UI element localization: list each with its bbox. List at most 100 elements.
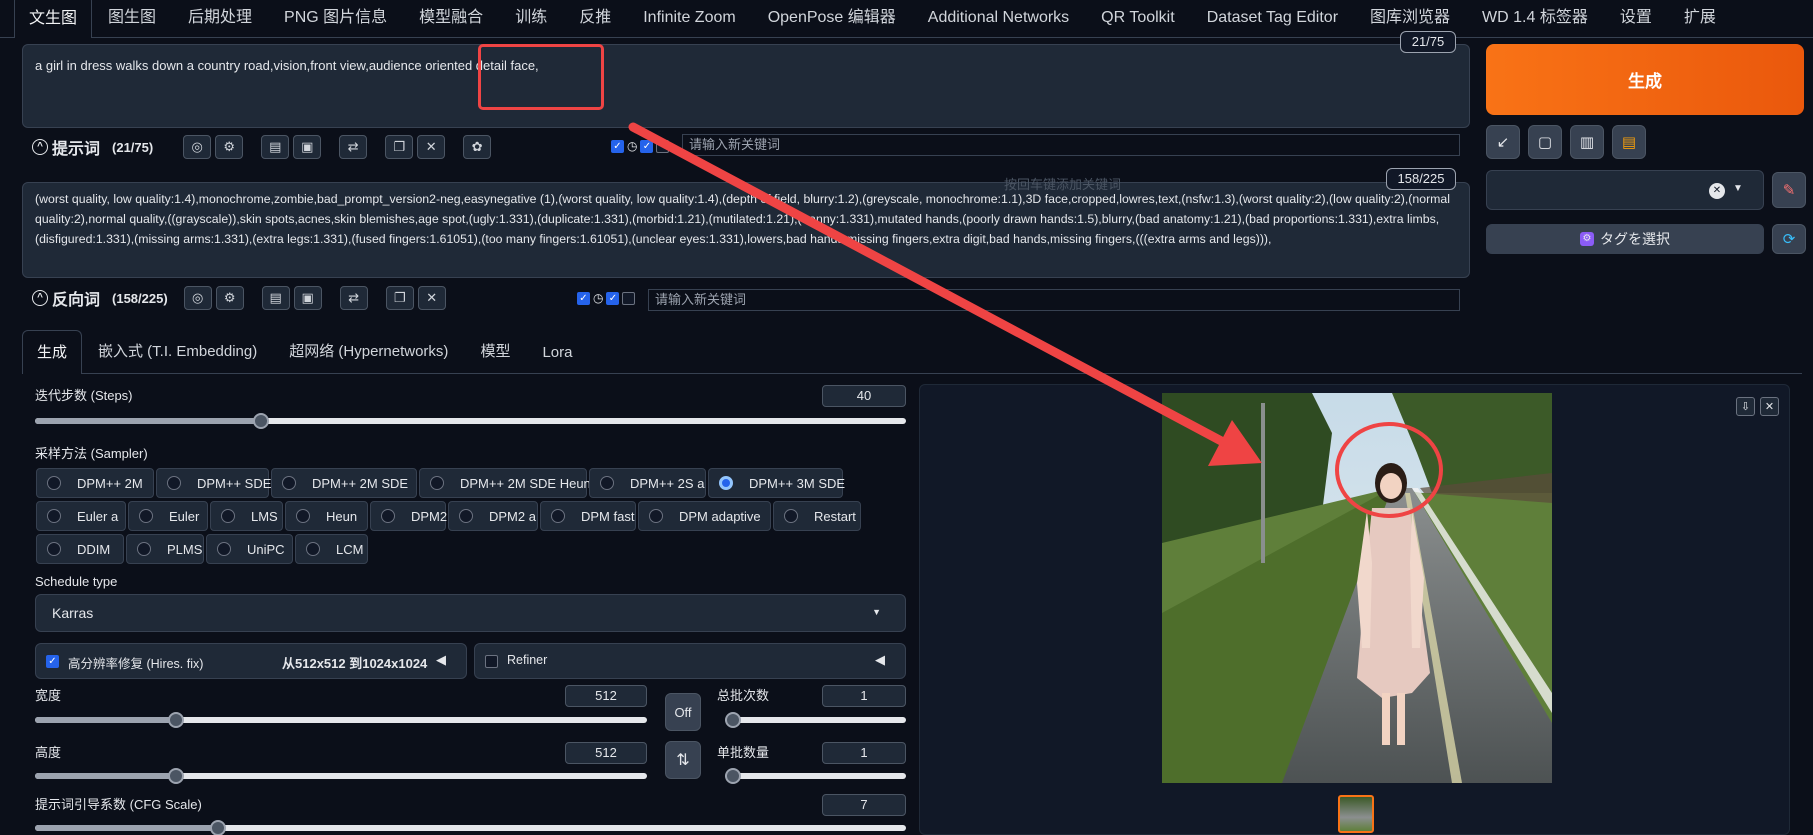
clear-icon[interactable]: ✕	[1709, 183, 1725, 199]
hires-fix-checkbox[interactable]: ✓	[46, 655, 59, 668]
tab-4[interactable]: 模型融合	[403, 3, 499, 37]
sampler-option[interactable]: DPM adaptive	[638, 501, 771, 531]
tab-2[interactable]: 后期处理	[172, 3, 268, 37]
sampler-option[interactable]: DPM2	[370, 501, 447, 531]
hires-fix-label[interactable]: 高分辨率修复 (Hires. fix)	[68, 653, 203, 672]
generated-image[interactable]	[1162, 393, 1552, 783]
thumbnail[interactable]	[1338, 795, 1374, 833]
negative-keyword-input[interactable]: 请输入新关键词	[648, 289, 1460, 311]
tab-15[interactable]: 扩展	[1668, 3, 1732, 37]
close-icon[interactable]: ✕	[1760, 397, 1779, 416]
translate-icon[interactable]: ⇄	[339, 286, 368, 310]
sampler-option[interactable]: DDIM	[36, 534, 124, 564]
trash-icon[interactable]: ✕	[417, 286, 446, 310]
positive-keyword-input[interactable]: 请输入新关键词	[682, 134, 1460, 156]
sampler-option[interactable]: PLMS	[126, 534, 204, 564]
sampler-option[interactable]: DPM++ 2M SDE	[271, 468, 417, 498]
tab-11[interactable]: Dataset Tag Editor	[1191, 9, 1354, 37]
sampler-option[interactable]: UniPC	[206, 534, 293, 564]
tab-5[interactable]: 训练	[499, 3, 563, 37]
refiner-label[interactable]: Refiner	[507, 653, 547, 667]
trash-icon[interactable]: ▥	[1570, 125, 1604, 159]
copy-icon[interactable]: ❐	[385, 286, 414, 310]
slider-thumb[interactable]	[725, 712, 741, 728]
sampler-option[interactable]: DPM++ SDE	[156, 468, 271, 498]
positive-keyword-checkbox-1[interactable]: ✓	[611, 139, 624, 153]
sampler-option[interactable]: Restart	[773, 501, 861, 531]
square-icon[interactable]: ▢	[1528, 125, 1562, 159]
globe-icon[interactable]: ◎	[183, 286, 212, 310]
slider-thumb[interactable]	[167, 712, 184, 728]
tab-3[interactable]: PNG 图片信息	[268, 3, 403, 37]
subtab-2[interactable]: 超网络 (Hypernetworks)	[273, 340, 464, 373]
negative-keyword-checkbox-2[interactable]: ✓	[606, 291, 620, 305]
off-button[interactable]: Off	[665, 693, 701, 731]
clock-icon[interactable]: ◷	[593, 291, 603, 305]
clipboard-icon[interactable]: ▤	[1612, 125, 1646, 159]
globe-icon[interactable]: ◎	[183, 135, 212, 159]
swap-dimensions-icon[interactable]: ⇅	[665, 741, 701, 779]
collapse-triangle-icon[interactable]: ◀	[875, 652, 885, 668]
negative-keyword-checkbox-3[interactable]	[622, 291, 636, 305]
width-slider[interactable]	[35, 712, 647, 728]
schedule-dropdown[interactable]: Karras ▼	[35, 594, 906, 632]
bookmark-icon[interactable]: ▣	[293, 135, 322, 159]
sampler-option[interactable]: DPM++ 2M SDE Heun	[419, 468, 591, 498]
gear-icon[interactable]: ⚙	[215, 286, 244, 310]
tag-select-button[interactable]: ⚙ タグを選択	[1486, 224, 1764, 254]
slider-thumb[interactable]	[725, 768, 741, 784]
refiner-checkbox[interactable]	[485, 655, 498, 668]
trash-icon[interactable]: ✕	[417, 135, 446, 159]
tab-0[interactable]: 文生图	[14, 0, 93, 38]
batch-count-input[interactable]: 1	[822, 685, 906, 707]
bookmark-icon[interactable]: ▣	[293, 286, 322, 310]
steps-slider[interactable]	[35, 413, 906, 429]
tab-1[interactable]: 图生图	[92, 3, 172, 37]
doc-icon[interactable]: ▤	[261, 135, 290, 159]
sampler-option[interactable]: DPM fast	[540, 501, 636, 531]
refresh-icon[interactable]: ⟳	[1772, 224, 1806, 254]
negative-label[interactable]: ^ 反向词	[32, 286, 100, 310]
collapse-triangle-icon[interactable]: ◀	[436, 652, 446, 668]
batch-size-slider[interactable]	[725, 768, 906, 784]
sampler-option[interactable]: DPM++ 2S a	[589, 468, 706, 498]
tab-8[interactable]: OpenPose 编辑器	[752, 3, 912, 37]
sampler-option[interactable]: DPM++ 3M SDE	[708, 468, 845, 498]
width-input[interactable]: 512	[565, 685, 647, 707]
cfg-scale-slider[interactable]	[35, 820, 906, 835]
sampler-option[interactable]: DPM++ 2M	[36, 468, 154, 498]
sampler-option[interactable]: Euler a	[36, 501, 126, 531]
negative-keyword-checkbox-1[interactable]: ✓	[577, 291, 590, 305]
height-input[interactable]: 512	[565, 742, 647, 764]
positive-keyword-checkbox-3[interactable]	[656, 139, 670, 153]
batch-size-input[interactable]: 1	[822, 742, 906, 764]
tab-13[interactable]: WD 1.4 标签器	[1466, 3, 1604, 37]
slider-thumb[interactable]	[209, 820, 226, 835]
clock-icon[interactable]: ◷	[627, 139, 637, 153]
subtab-3[interactable]: 模型	[464, 340, 526, 373]
tab-9[interactable]: Additional Networks	[912, 9, 1085, 37]
doc-icon[interactable]: ▤	[261, 286, 290, 310]
sampler-option[interactable]: Euler	[128, 501, 208, 531]
sampler-option[interactable]: DPM2 a	[448, 501, 538, 531]
sampler-option[interactable]: Heun	[285, 501, 368, 531]
positive-keyword-checkbox-2[interactable]: ✓	[640, 139, 654, 153]
batch-count-slider[interactable]	[725, 712, 906, 728]
openai-icon[interactable]: ✿	[463, 135, 492, 159]
positive-label[interactable]: ^ 提示词	[32, 135, 100, 159]
sampler-option[interactable]: LMS	[210, 501, 283, 531]
tab-10[interactable]: QR Toolkit	[1085, 9, 1191, 37]
subtab-0[interactable]: 生成	[22, 330, 83, 374]
tab-6[interactable]: 反推	[563, 3, 627, 37]
subtab-4[interactable]: Lora	[526, 344, 588, 373]
paint-brush-icon[interactable]: ✎	[1772, 172, 1806, 208]
tab-7[interactable]: Infinite Zoom	[627, 9, 751, 37]
negative-prompt-textarea[interactable]: (worst quality, low quality:1.4),monochr…	[22, 182, 1470, 278]
chevron-down-icon[interactable]: ▼	[1733, 183, 1743, 194]
copy-icon[interactable]: ❐	[385, 135, 414, 159]
download-icon[interactable]: ⇩	[1736, 397, 1755, 416]
generate-button[interactable]: 生成	[1486, 44, 1804, 115]
positive-prompt-textarea[interactable]: a girl in dress walks down a country roa…	[22, 44, 1470, 128]
steps-input[interactable]: 40	[822, 385, 906, 407]
slider-thumb[interactable]	[167, 768, 184, 784]
